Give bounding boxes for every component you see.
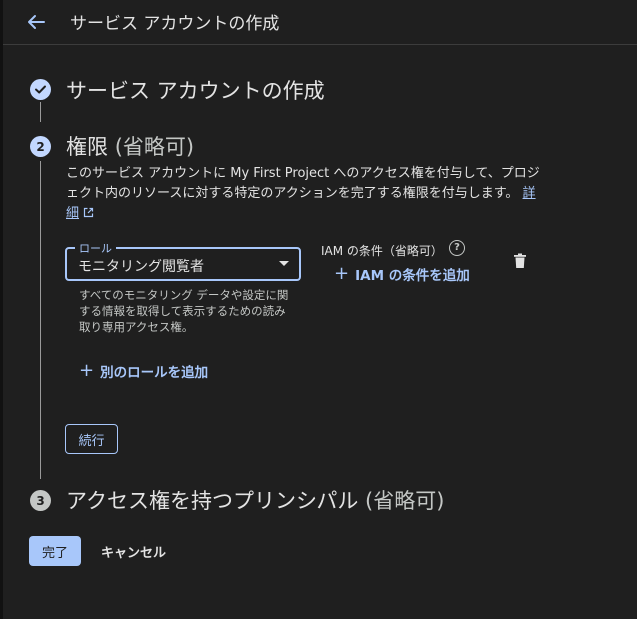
create-service-account-page: サービス アカウントの作成 サービス アカウントの作成 2 権限 (省略可) こ… bbox=[0, 0, 637, 619]
page-title: サービス アカウントの作成 bbox=[70, 14, 280, 34]
step1-title: サービス アカウントの作成 bbox=[66, 79, 325, 103]
step3-optional: (省略可) bbox=[365, 489, 445, 513]
role-help-text: すべてのモニタリング データや設定に関する情報を取得して表示するための読み取り専… bbox=[79, 288, 289, 334]
step2-heading: 権限 (省略可) bbox=[66, 131, 194, 161]
add-another-role-label: 別のロールを追加 bbox=[100, 365, 209, 381]
step2-description: このサービス アカウントに My First Project へのアクセス権を付… bbox=[66, 164, 546, 224]
step2-optional: (省略可) bbox=[114, 135, 195, 159]
back-arrow-icon[interactable] bbox=[23, 9, 49, 35]
cancel-button[interactable]: キャンセル bbox=[101, 536, 166, 566]
step1-check-icon bbox=[30, 79, 51, 100]
step-connector-1 bbox=[40, 102, 41, 122]
add-iam-condition-label: IAM の条件を追加 bbox=[355, 268, 470, 284]
role-field-label: ロール bbox=[75, 240, 116, 256]
plus-icon: + bbox=[334, 263, 350, 284]
external-link-icon[interactable] bbox=[83, 207, 94, 218]
delete-role-icon[interactable] bbox=[513, 253, 527, 269]
plus-icon: + bbox=[79, 360, 95, 381]
iam-condition-label: IAM の条件（省略可） bbox=[321, 244, 443, 258]
continue-button[interactable]: 続行 bbox=[65, 424, 118, 454]
help-icon[interactable]: ? bbox=[449, 240, 465, 256]
step2-title: 権限 bbox=[66, 135, 108, 159]
step3-title: アクセス権を持つプリンシパル bbox=[66, 489, 359, 513]
add-another-role-button[interactable]: + 別のロールを追加 bbox=[79, 360, 209, 382]
check-icon bbox=[35, 85, 46, 94]
step3-number-icon: 3 bbox=[30, 490, 51, 511]
left-edge bbox=[0, 0, 3, 619]
page-header: サービス アカウントの作成 bbox=[3, 0, 637, 45]
step2-description-text: このサービス アカウントに My First Project へのアクセス権を付… bbox=[66, 166, 540, 201]
add-iam-condition-button[interactable]: + IAM の条件を追加 bbox=[334, 263, 470, 285]
step2-number-icon: 2 bbox=[30, 136, 51, 157]
role-select[interactable]: ロール モニタリング閲覧者 bbox=[65, 240, 301, 281]
step3-heading[interactable]: アクセス権を持つプリンシパル (省略可) bbox=[66, 485, 444, 515]
step-connector-2 bbox=[40, 161, 41, 479]
role-selected-value: モニタリング閲覧者 bbox=[78, 259, 204, 275]
dropdown-arrow-icon bbox=[279, 261, 289, 266]
done-button[interactable]: 完了 bbox=[29, 536, 81, 566]
